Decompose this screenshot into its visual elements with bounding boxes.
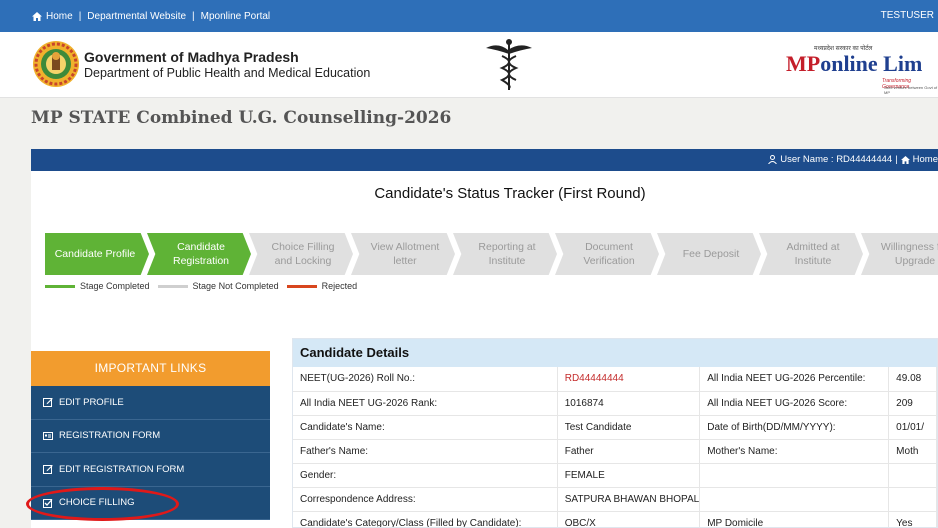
row-label: NEET(UG-2026) Roll No.: bbox=[293, 367, 558, 392]
row-value: Moth bbox=[888, 439, 937, 464]
userbar-separator: | bbox=[895, 154, 898, 165]
stage-view-allotment-letter: View Allotment letter bbox=[351, 233, 455, 275]
row-value: Yes bbox=[888, 511, 937, 527]
nav-link-home[interactable]: Home bbox=[46, 11, 73, 22]
home-icon bbox=[900, 155, 910, 164]
row-value: 209 bbox=[888, 391, 937, 416]
edit-icon bbox=[43, 465, 53, 475]
row-value: 1016874 bbox=[557, 391, 701, 416]
row-label: All India NEET UG-2026 Percentile: bbox=[699, 367, 890, 392]
row-value bbox=[888, 463, 937, 488]
row-value: FEMALE bbox=[557, 463, 701, 488]
row-label bbox=[699, 463, 890, 488]
row-label: All India NEET UG-2026 Rank: bbox=[293, 391, 558, 416]
edit-icon bbox=[43, 398, 53, 408]
candidate-details-table: NEET(UG-2026) Roll No.: RD44444444 All I… bbox=[293, 367, 937, 527]
stage-candidate-profile: Candidate Profile bbox=[45, 233, 149, 275]
row-value: 49.08 bbox=[888, 367, 937, 392]
id-card-icon bbox=[43, 431, 53, 440]
org-title: Government of Madhya Pradesh bbox=[84, 49, 299, 65]
mponline-brand: MPonline Lim bbox=[786, 51, 923, 76]
user-info-bar: User Name : RD44444444 | Home bbox=[31, 149, 938, 171]
tracker-legend: Stage Completed Stage Not Completed Reje… bbox=[45, 281, 365, 291]
site-header: Government of Madhya Pradesh Department … bbox=[0, 32, 938, 98]
username-label: User Name : RD44444444 bbox=[780, 154, 893, 165]
row-value bbox=[888, 487, 937, 512]
row-label: Correspondence Address: bbox=[293, 487, 558, 512]
top-nav-bar: Home | Departmental Website | Mponline P… bbox=[0, 0, 938, 32]
stage-admitted-at-institute: Admitted at Institute bbox=[759, 233, 863, 275]
table-row: Candidate's Category/Class (Filled by Ca… bbox=[293, 511, 937, 527]
userbar-home-link[interactable]: Home bbox=[913, 154, 938, 165]
row-label: Gender: bbox=[293, 463, 558, 488]
table-row: Candidate's Name: Test Candidate Date of… bbox=[293, 415, 937, 440]
table-row: Father's Name: Father Mother's Name: Mot… bbox=[293, 439, 937, 464]
stage-willingness-for-upgrade: Willingness for Upgrade bbox=[861, 233, 938, 275]
stage-choice-filling-locking: Choice Filling and Locking bbox=[249, 233, 353, 275]
page-title: MP STATE Combined U.G. Counselling-2026 bbox=[31, 108, 452, 128]
table-row: All India NEET UG-2026 Rank: 1016874 All… bbox=[293, 391, 937, 416]
checkbox-icon bbox=[43, 498, 53, 508]
nav-separator: | bbox=[78, 10, 82, 22]
nav-separator: | bbox=[192, 10, 195, 22]
table-row: NEET(UG-2026) Roll No.: RD44444444 All I… bbox=[293, 367, 937, 392]
sidebar-item-choice-filling[interactable]: CHOICE FILLING bbox=[31, 486, 270, 520]
mponline-logo: मध्यप्रदेश सरकार का पोर्टल MPonline Lim … bbox=[784, 44, 938, 95]
row-label: Candidate's Category/Class (Filled by Ca… bbox=[293, 511, 558, 527]
sidebar-item-edit-profile[interactable]: EDIT PROFILE bbox=[31, 386, 270, 420]
org-subtitle: Department of Public Health and Medical … bbox=[84, 66, 371, 80]
status-tracker-stages: Candidate Profile Candidate Registration… bbox=[45, 233, 938, 275]
logged-in-user[interactable]: TESTUSER bbox=[881, 10, 934, 21]
row-label: Candidate's Name: bbox=[293, 415, 558, 440]
table-row: Gender: FEMALE bbox=[293, 463, 937, 488]
legend-stage-completed: Stage Completed bbox=[45, 281, 150, 291]
row-value: OBC/X bbox=[557, 511, 701, 527]
sidebar-title: IMPORTANT LINKS bbox=[31, 351, 270, 386]
mponline-slogan-secondary: Joint venture between Govt of MP bbox=[884, 85, 938, 95]
row-label: All India NEET UG-2026 Score: bbox=[699, 391, 890, 416]
row-label: Date of Birth(DD/MM/YYYY): bbox=[699, 415, 890, 440]
candidate-details-panel: Candidate Details NEET(UG-2026) Roll No.… bbox=[292, 338, 938, 528]
row-label: Father's Name: bbox=[293, 439, 558, 464]
sidebar-item-edit-registration-form[interactable]: EDIT REGISTRATION FORM bbox=[31, 453, 270, 487]
content-card: User Name : RD44444444 | Home Candidate'… bbox=[31, 149, 938, 528]
nav-link-departmental-website[interactable]: Departmental Website bbox=[87, 11, 186, 22]
row-value: SATPURA BHAWAN BHOPAL bbox=[557, 487, 701, 512]
home-icon bbox=[32, 11, 42, 21]
legend-stage-not-completed: Stage Not Completed bbox=[157, 281, 279, 291]
stage-reporting-at-institute: Reporting at Institute bbox=[453, 233, 557, 275]
row-label bbox=[699, 487, 890, 512]
candidate-details-title: Candidate Details bbox=[293, 339, 937, 367]
tracker-title: Candidate's Status Tracker (First Round) bbox=[374, 185, 646, 202]
stage-candidate-registration: Candidate Registration bbox=[147, 233, 251, 275]
stage-fee-deposit: Fee Deposit bbox=[657, 233, 761, 275]
nav-link-mponline-portal[interactable]: Mponline Portal bbox=[201, 11, 270, 22]
row-value: Test Candidate bbox=[557, 415, 701, 440]
important-links-sidebar: IMPORTANT LINKS EDIT PROFILE REGISTRATIO… bbox=[31, 351, 270, 528]
user-icon bbox=[768, 155, 778, 164]
row-label: MP Domicile bbox=[699, 511, 890, 527]
row-label: Mother's Name: bbox=[699, 439, 890, 464]
sidebar-item-registration-form[interactable]: REGISTRATION FORM bbox=[31, 419, 270, 453]
legend-rejected: Rejected bbox=[286, 281, 357, 291]
row-value: Father bbox=[557, 439, 701, 464]
caduceus-logo bbox=[486, 39, 532, 90]
roll-number-value: RD44444444 bbox=[557, 367, 701, 392]
mp-government-emblem-logo bbox=[33, 41, 79, 87]
row-value: 01/01/ bbox=[888, 415, 937, 440]
stage-document-verification: Document Verification bbox=[555, 233, 659, 275]
table-row: Correspondence Address: SATPURA BHAWAN B… bbox=[293, 487, 937, 512]
